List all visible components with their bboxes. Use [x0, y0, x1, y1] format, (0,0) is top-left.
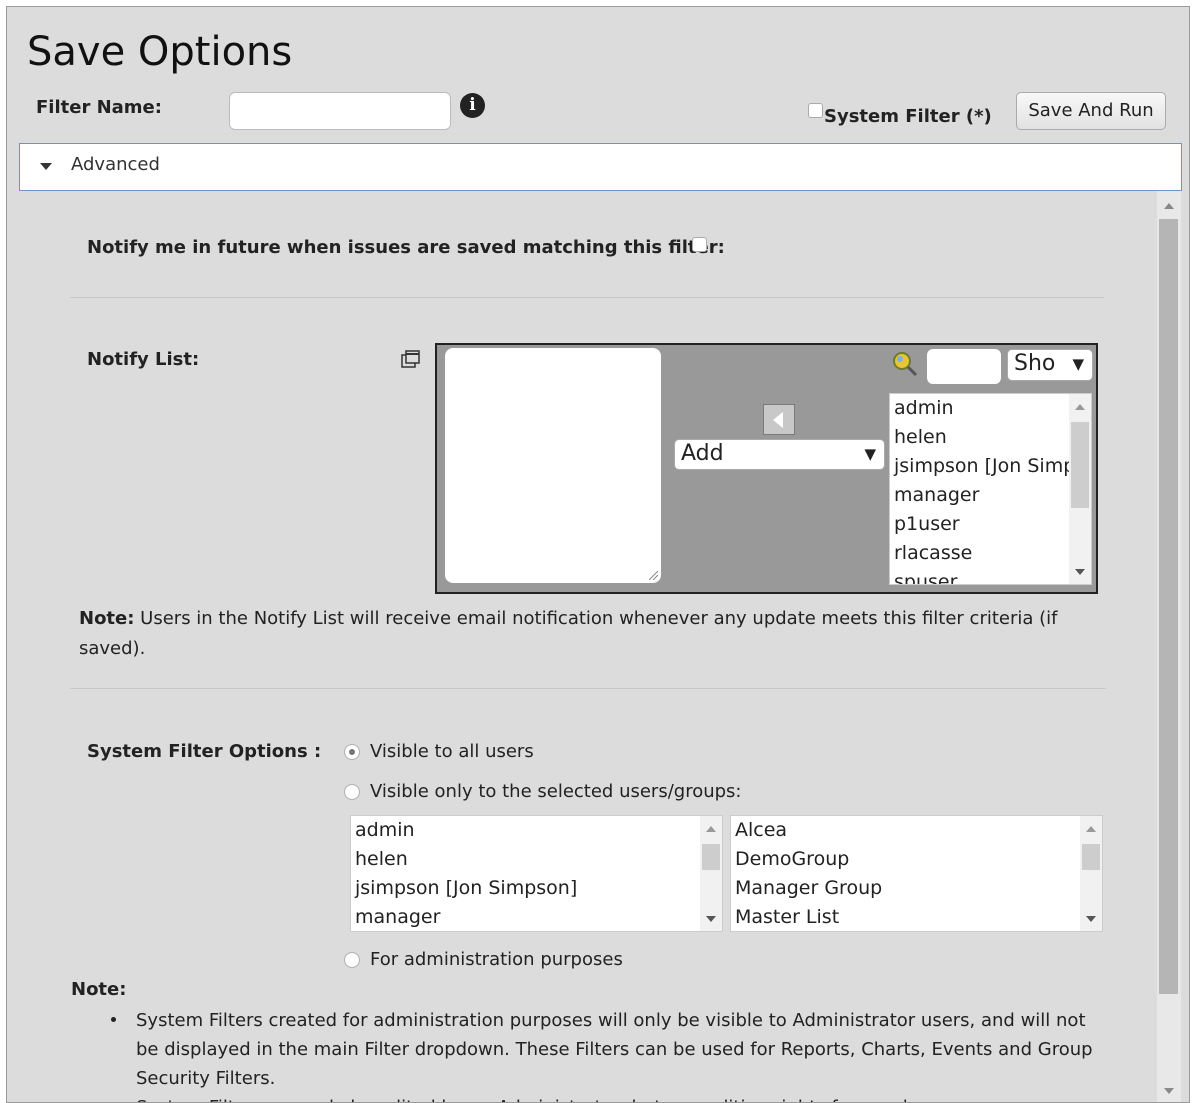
scroll-thumb[interactable]	[702, 844, 720, 870]
system-filter-checkbox[interactable]	[808, 103, 823, 118]
move-left-button[interactable]	[763, 404, 795, 435]
note-bullet-text: System Filters can only be edited by an …	[136, 1093, 1106, 1102]
list-item[interactable]: manager	[890, 481, 1091, 510]
list-item[interactable]: jsimpson [Jon Simpson]	[890, 452, 1091, 481]
action-select-value: Add	[681, 441, 724, 466]
scroll-down-icon[interactable]	[1086, 916, 1096, 922]
list-item[interactable]: DemoGroup	[731, 845, 1102, 874]
list-scrollbar[interactable]	[1080, 816, 1102, 931]
scroll-thumb[interactable]	[1071, 422, 1089, 508]
list-scrollbar[interactable]	[1069, 394, 1091, 584]
scroll-up-icon[interactable]	[1075, 404, 1085, 410]
note-label: Note:	[79, 608, 135, 629]
radio-button[interactable]	[344, 951, 360, 968]
system-filter-option: System Filter (*)	[808, 103, 992, 127]
advanced-label: Advanced	[71, 154, 160, 175]
list-item[interactable]: jsimpson [Jon Simpson]	[351, 874, 722, 903]
dropdown-arrow-icon: ▼	[1072, 355, 1084, 373]
list-item[interactable]: admin	[890, 394, 1091, 423]
groups-list[interactable]: Alcea DemoGroup Manager Group Master Lis…	[730, 815, 1103, 932]
available-users-list[interactable]: admin helen jsimpson [Jon Simpson] manag…	[889, 393, 1092, 585]
panel-scrollbar[interactable]	[1157, 191, 1181, 1102]
scroll-thumb[interactable]	[1159, 219, 1178, 994]
system-filter-note-label: Note:	[71, 979, 127, 1000]
scroll-down-icon[interactable]	[1075, 569, 1085, 575]
user-search-input[interactable]	[927, 349, 1001, 384]
note-bullet-text: System Filters created for administratio…	[136, 1010, 1093, 1089]
system-filter-label: System Filter (*)	[824, 106, 992, 127]
radio-visible-all[interactable]: Visible to all users	[344, 741, 534, 762]
advanced-section-header[interactable]: Advanced	[19, 143, 1182, 191]
info-icon[interactable]: i	[460, 93, 485, 118]
dropdown-arrow-icon: ▼	[864, 445, 876, 463]
save-options-dialog: Save Options Filter Name: i System Filte…	[6, 6, 1190, 1103]
show-select-value: Sho	[1014, 351, 1056, 376]
divider	[70, 688, 1106, 689]
restore-window-icon[interactable]	[401, 350, 421, 368]
list-item[interactable]: spuser	[890, 568, 1091, 584]
list-item[interactable]: helen	[351, 845, 722, 874]
list-item[interactable]: manager	[351, 903, 722, 931]
list-scrollbar[interactable]	[700, 816, 722, 931]
notify-me-label: Notify me in future when issues are save…	[87, 237, 725, 258]
list-item[interactable]: rlacasse	[890, 539, 1091, 568]
scroll-down-icon[interactable]	[706, 916, 716, 922]
list-item[interactable]: Master List	[731, 903, 1102, 931]
list-item[interactable]: helen	[890, 423, 1091, 452]
note-text: Users in the Notify List will receive em…	[79, 608, 1058, 659]
action-select[interactable]: Add ▼	[674, 439, 885, 470]
bullet	[111, 1017, 116, 1022]
notify-list-label: Notify List:	[87, 349, 200, 370]
radio-button[interactable]	[344, 783, 360, 800]
divider	[70, 297, 1104, 298]
list-item[interactable]: p1user	[890, 510, 1091, 539]
list-item[interactable]: admin	[351, 816, 722, 845]
selected-users-box[interactable]	[445, 348, 661, 583]
radio-label: Visible to all users	[370, 741, 534, 762]
notify-list-picker: Add ▼ Sho ▼ admin helen jsimpson [Jon Si…	[435, 343, 1098, 594]
scroll-up-icon[interactable]	[1164, 203, 1174, 209]
scroll-down-icon[interactable]	[1164, 1088, 1174, 1094]
show-select[interactable]: Sho ▼	[1007, 349, 1093, 381]
save-and-run-button[interactable]: Save And Run	[1016, 92, 1166, 130]
system-filter-options-label: System Filter Options :	[87, 741, 322, 762]
scroll-thumb[interactable]	[1082, 844, 1100, 870]
filter-name-input[interactable]	[229, 92, 451, 130]
search-icon[interactable]	[891, 351, 919, 379]
filter-name-label: Filter Name:	[36, 97, 162, 118]
radio-admin-purposes[interactable]: For administration purposes	[344, 949, 623, 970]
notify-list-note: Note: Users in the Notify List will rece…	[79, 604, 1089, 664]
scroll-up-icon[interactable]	[706, 826, 716, 832]
dialog-title: Save Options	[27, 29, 293, 75]
scroll-up-icon[interactable]	[1086, 826, 1096, 832]
arrow-left-icon	[773, 412, 783, 428]
radio-label: Visible only to the selected users/group…	[370, 781, 742, 802]
resize-grip-icon[interactable]	[649, 571, 658, 580]
radio-visible-selected[interactable]: Visible only to the selected users/group…	[344, 781, 742, 802]
radio-label: For administration purposes	[370, 949, 623, 970]
list-item[interactable]: Manager Group	[731, 874, 1102, 903]
radio-button[interactable]	[344, 743, 360, 760]
advanced-panel: Notify me in future when issues are save…	[19, 191, 1156, 1102]
chevron-down-icon	[40, 163, 52, 170]
system-filter-note-text: System Filters created for administratio…	[136, 1006, 1106, 1102]
users-list[interactable]: admin helen jsimpson [Jon Simpson] manag…	[350, 815, 723, 932]
list-item[interactable]: Alcea	[731, 816, 1102, 845]
notify-me-checkbox[interactable]	[692, 237, 707, 252]
